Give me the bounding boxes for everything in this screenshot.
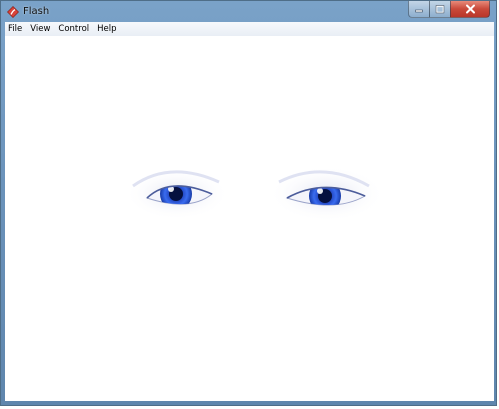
menu-view[interactable]: View [26, 22, 54, 36]
left-eye [125, 168, 229, 220]
flash-player-icon[interactable] [7, 5, 19, 18]
menu-control[interactable]: Control [54, 22, 93, 36]
menu-help[interactable]: Help [93, 22, 120, 36]
window-controls [408, 1, 490, 19]
close-button[interactable] [450, 1, 490, 18]
maximize-button[interactable] [429, 1, 451, 18]
flash-player-icon-graphic [7, 5, 19, 18]
minimize-icon [415, 9, 423, 13]
flash-stage[interactable] [5, 36, 494, 401]
right-eye [269, 166, 385, 222]
menu-file[interactable]: File [5, 22, 26, 36]
close-icon [465, 4, 475, 14]
minimize-button[interactable] [408, 1, 430, 18]
menu-bar: File View Control Help [5, 22, 494, 37]
eyes-illustration [125, 166, 385, 222]
maximize-icon [435, 4, 445, 13]
flash-player-window: Flash File View Control Help [0, 0, 497, 406]
window-title: Flash [23, 6, 50, 17]
title-bar[interactable]: Flash [1, 1, 496, 22]
